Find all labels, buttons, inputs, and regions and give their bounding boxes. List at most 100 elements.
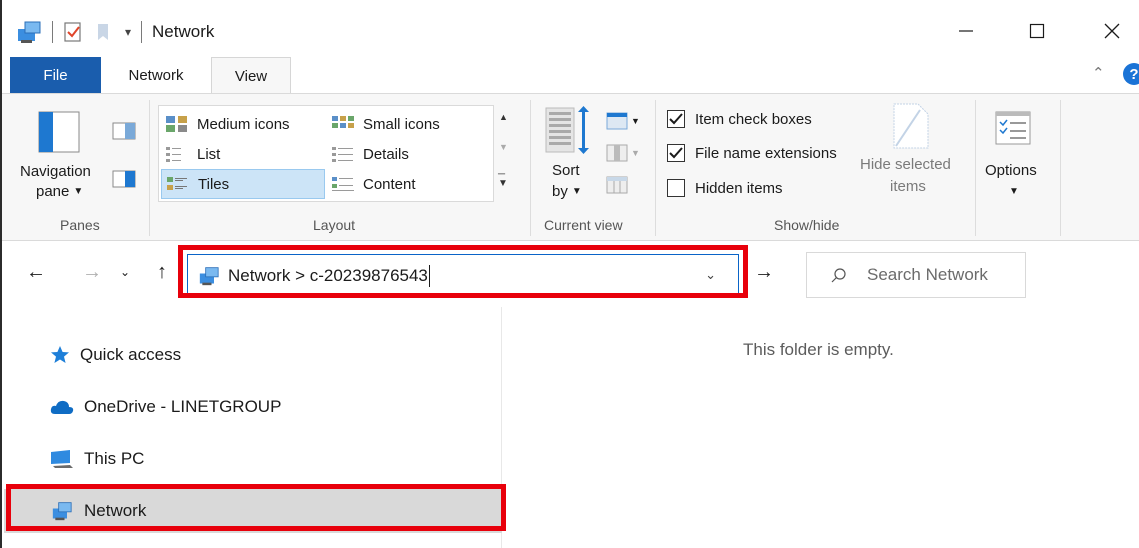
star-icon: [51, 346, 69, 363]
layout-small-icons[interactable]: Small icons: [331, 109, 481, 139]
add-columns-button[interactable]: ▼: [606, 144, 640, 162]
group-separator: [975, 100, 976, 236]
size-columns-icon[interactable]: [606, 176, 628, 194]
hide-selected-items-button[interactable]: Hide selected items: [856, 102, 966, 206]
item-check-boxes-option[interactable]: Item check boxes: [667, 110, 812, 128]
current-view-group-label: Current view: [544, 217, 623, 233]
back-button[interactable]: ←: [26, 261, 46, 284]
nav-item-onedrive[interactable]: OneDrive - LINETGROUP: [4, 385, 502, 429]
details-label: Details: [363, 145, 409, 163]
group-by-button[interactable]: ▼: [606, 112, 640, 130]
dropdown-icon: ▼: [73, 186, 84, 197]
new-folder-icon[interactable]: [93, 21, 113, 43]
sort-icon: [545, 106, 589, 154]
panes-group-label: Panes: [60, 217, 100, 233]
medium-icons-icon: [166, 116, 187, 132]
small-icons-label: Small icons: [363, 115, 440, 133]
sort-label-2: by: [552, 183, 568, 200]
customize-toolbar-icon[interactable]: ▾: [125, 25, 131, 39]
group-separator: [1060, 100, 1061, 236]
empty-folder-message: This folder is empty.: [743, 340, 894, 359]
layout-list[interactable]: List: [165, 139, 325, 169]
group-separator: [655, 100, 656, 236]
file-name-extensions-label: File name extensions: [695, 144, 837, 162]
layout-gallery: Medium icons Small icons List Details Ti…: [158, 105, 494, 202]
recent-locations-button[interactable]: ⌄: [120, 265, 130, 279]
dropdown-icon: ▼: [1009, 186, 1019, 197]
layout-group-label: Layout: [313, 217, 356, 233]
group-separator: [149, 100, 150, 236]
title-separator: [141, 21, 143, 43]
hide-selected-label: Hide selected: [860, 156, 951, 173]
window-title: Network: [152, 22, 215, 41]
nav-item-label: OneDrive - LINETGROUP: [84, 397, 282, 416]
file-name-extensions-checkbox[interactable]: [667, 144, 685, 162]
dropdown-icon: ▼: [631, 148, 640, 158]
forward-button[interactable]: →: [82, 261, 102, 284]
navigation-pane-label-2: pane: [36, 183, 70, 200]
minimize-ribbon-icon[interactable]: ⌃: [1092, 64, 1105, 82]
medium-icons-label: Medium icons: [197, 115, 290, 133]
small-icons-icon: [332, 116, 354, 128]
add-columns-icon: [606, 144, 628, 162]
file-name-extensions-option[interactable]: File name extensions: [667, 144, 837, 162]
show-hide-group-label: Show/hide: [774, 217, 840, 233]
checkmark-icon: [669, 147, 683, 159]
search-input[interactable]: Search Network: [867, 265, 988, 285]
tab-file[interactable]: File: [10, 57, 101, 93]
layout-scroll-up[interactable]: ▲: [499, 112, 508, 122]
toolbar-separator: [52, 21, 53, 43]
hidden-items-checkbox[interactable]: [667, 179, 685, 197]
address-highlight-box: [178, 245, 748, 298]
layout-details[interactable]: Details: [331, 139, 481, 169]
nav-item-label: This PC: [84, 449, 145, 468]
item-check-boxes-checkbox[interactable]: [667, 110, 685, 128]
layout-tiles[interactable]: Tiles: [161, 169, 325, 199]
layout-content[interactable]: Content: [331, 169, 481, 199]
close-button[interactable]: [1092, 14, 1132, 48]
tab-view[interactable]: View: [211, 57, 291, 94]
options-button[interactable]: Options ▼: [982, 108, 1048, 208]
go-button[interactable]: →: [754, 261, 774, 284]
quick-access-toolbar: ▾ Network: [16, 18, 214, 46]
tiles-icon: [167, 177, 187, 190]
checkmark-icon: [669, 113, 683, 125]
properties-icon[interactable]: [63, 21, 83, 43]
content-label: Content: [363, 175, 416, 193]
details-pane-icon[interactable]: [112, 170, 136, 188]
layout-expand[interactable]: ─ ▼: [498, 170, 508, 189]
title-bar: ▾ Network: [2, 0, 1139, 62]
group-by-icon: [606, 112, 628, 130]
close-icon: [1104, 23, 1120, 39]
hidden-items-label: Hidden items: [695, 179, 783, 197]
up-button[interactable]: ↑: [157, 261, 167, 284]
layout-scroll-down[interactable]: ▼: [499, 142, 508, 152]
explorer-window: ▾ Network File Network View ⌃ ? Navigati…: [0, 0, 1139, 548]
help-icon[interactable]: ?: [1123, 63, 1139, 85]
computer-icon: [51, 450, 73, 468]
details-icon: [332, 147, 353, 162]
nav-item-quick-access[interactable]: Quick access: [4, 333, 502, 377]
content-icon: [332, 177, 354, 191]
maximize-button[interactable]: [1017, 14, 1057, 48]
minimize-button[interactable]: [946, 14, 986, 48]
minimize-icon: [959, 30, 973, 32]
tab-network[interactable]: Network: [112, 57, 200, 94]
hide-selected-label-2: items: [890, 178, 926, 195]
nav-item-this-pc[interactable]: This PC: [4, 437, 502, 481]
sort-by-button[interactable]: Sort by ▼: [542, 106, 594, 210]
network-icon[interactable]: [16, 20, 42, 44]
navigation-pane-button[interactable]: Navigation pane ▼: [16, 109, 96, 209]
hidden-items-option[interactable]: Hidden items: [667, 179, 783, 197]
dropdown-icon: ▼: [571, 186, 582, 197]
list-label: List: [197, 145, 221, 163]
options-label: Options: [985, 162, 1037, 179]
item-check-boxes-label: Item check boxes: [695, 110, 812, 128]
layout-medium-icons[interactable]: Medium icons: [165, 109, 325, 139]
search-box[interactable]: Search Network: [806, 252, 1026, 298]
navigation-pane-icon: [38, 111, 80, 153]
preview-pane-icon[interactable]: [112, 122, 136, 140]
sort-label: Sort: [552, 162, 580, 179]
dropdown-icon: ▼: [631, 116, 640, 126]
hide-selected-icon: [893, 103, 929, 149]
